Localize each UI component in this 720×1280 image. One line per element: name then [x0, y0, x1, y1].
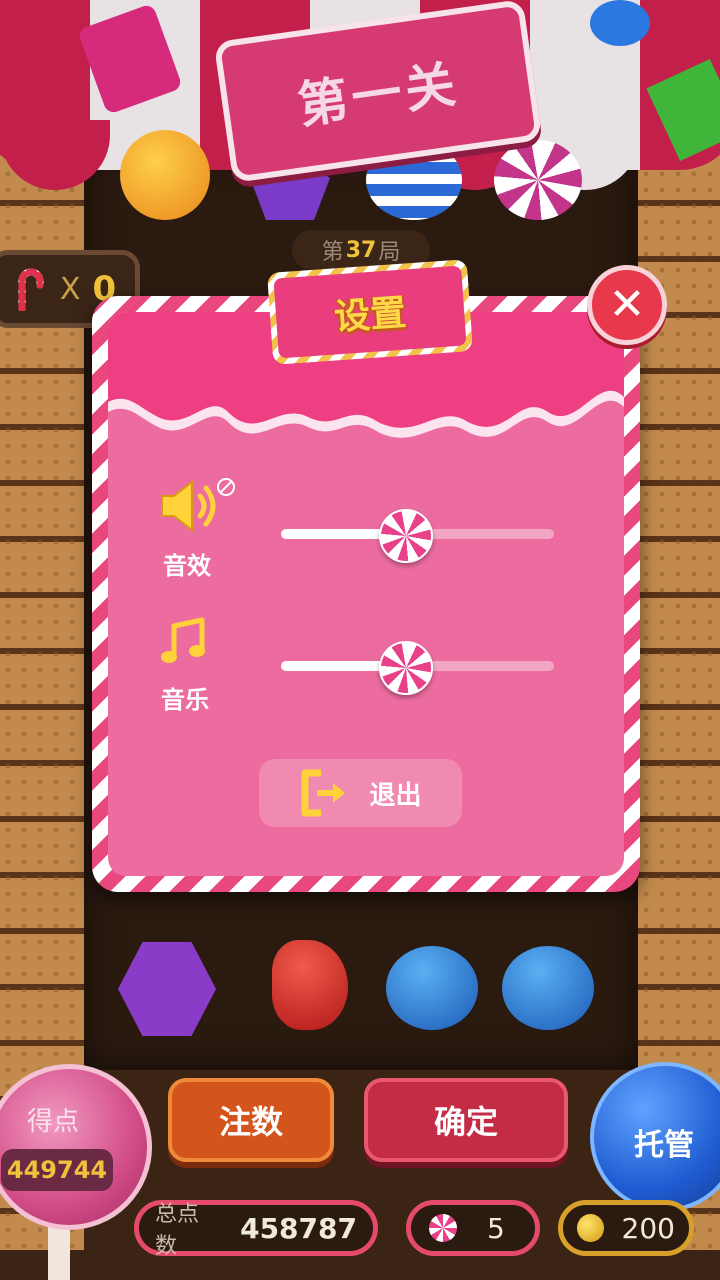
round-number: 37: [345, 237, 377, 263]
close-button[interactable]: ✕: [587, 265, 667, 345]
blue-ball-candy: [502, 946, 594, 1030]
score-lollipop: 得点 449744: [0, 1064, 152, 1230]
exit-label: 退出: [369, 780, 422, 811]
close-icon: ✕: [608, 279, 646, 330]
lollipop-icon: [429, 1214, 457, 1242]
confirm-label: 确定: [433, 1103, 498, 1141]
blue-ball-candy: [386, 946, 478, 1030]
auto-play-label: 托管: [634, 1128, 694, 1163]
score-value: 449744: [1, 1149, 113, 1191]
level-title: 第一关: [294, 53, 463, 135]
coin-count: 200: [621, 1211, 675, 1245]
total-points-value: 458787: [240, 1211, 357, 1245]
music-note-icon: [161, 617, 205, 663]
speaker-muted-icon: [161, 478, 235, 533]
sound-effects-slider-knob[interactable]: [378, 509, 433, 563]
score-label: 得点: [27, 1107, 80, 1137]
lollipop-counter: 5: [406, 1200, 540, 1256]
blue-candy: [590, 0, 650, 46]
auto-play-button[interactable]: 托管: [590, 1062, 720, 1212]
total-points-pill: 总点数 458787: [134, 1200, 378, 1259]
exit-button[interactable]: 退出: [259, 759, 462, 827]
round-suffix: 局: [378, 240, 401, 265]
candy-cane-icon: [18, 268, 44, 311]
music-label: 音乐: [161, 686, 209, 714]
settings-title: 设置: [332, 292, 408, 339]
settings-title-badge: 设置: [267, 259, 473, 365]
multiply-sign: X: [59, 271, 81, 307]
sound-effects-label: 音效: [163, 552, 211, 580]
exit-door-icon: [301, 769, 346, 817]
total-points-label: 总点数: [155, 1202, 200, 1259]
red-jelly-candy: [272, 940, 348, 1030]
coin-counter: 200: [558, 1200, 694, 1256]
swirl-candy: [494, 140, 582, 220]
lollipop-count: 5: [487, 1211, 505, 1245]
orange-candy: [120, 130, 210, 220]
confirm-button[interactable]: 确定: [364, 1078, 568, 1162]
music-slider-knob[interactable]: [378, 641, 433, 695]
round-prefix: 第: [321, 240, 344, 265]
bet-label: 注数: [218, 1103, 283, 1141]
coin-icon: [577, 1214, 604, 1242]
bet-button[interactable]: 注数: [168, 1078, 334, 1162]
